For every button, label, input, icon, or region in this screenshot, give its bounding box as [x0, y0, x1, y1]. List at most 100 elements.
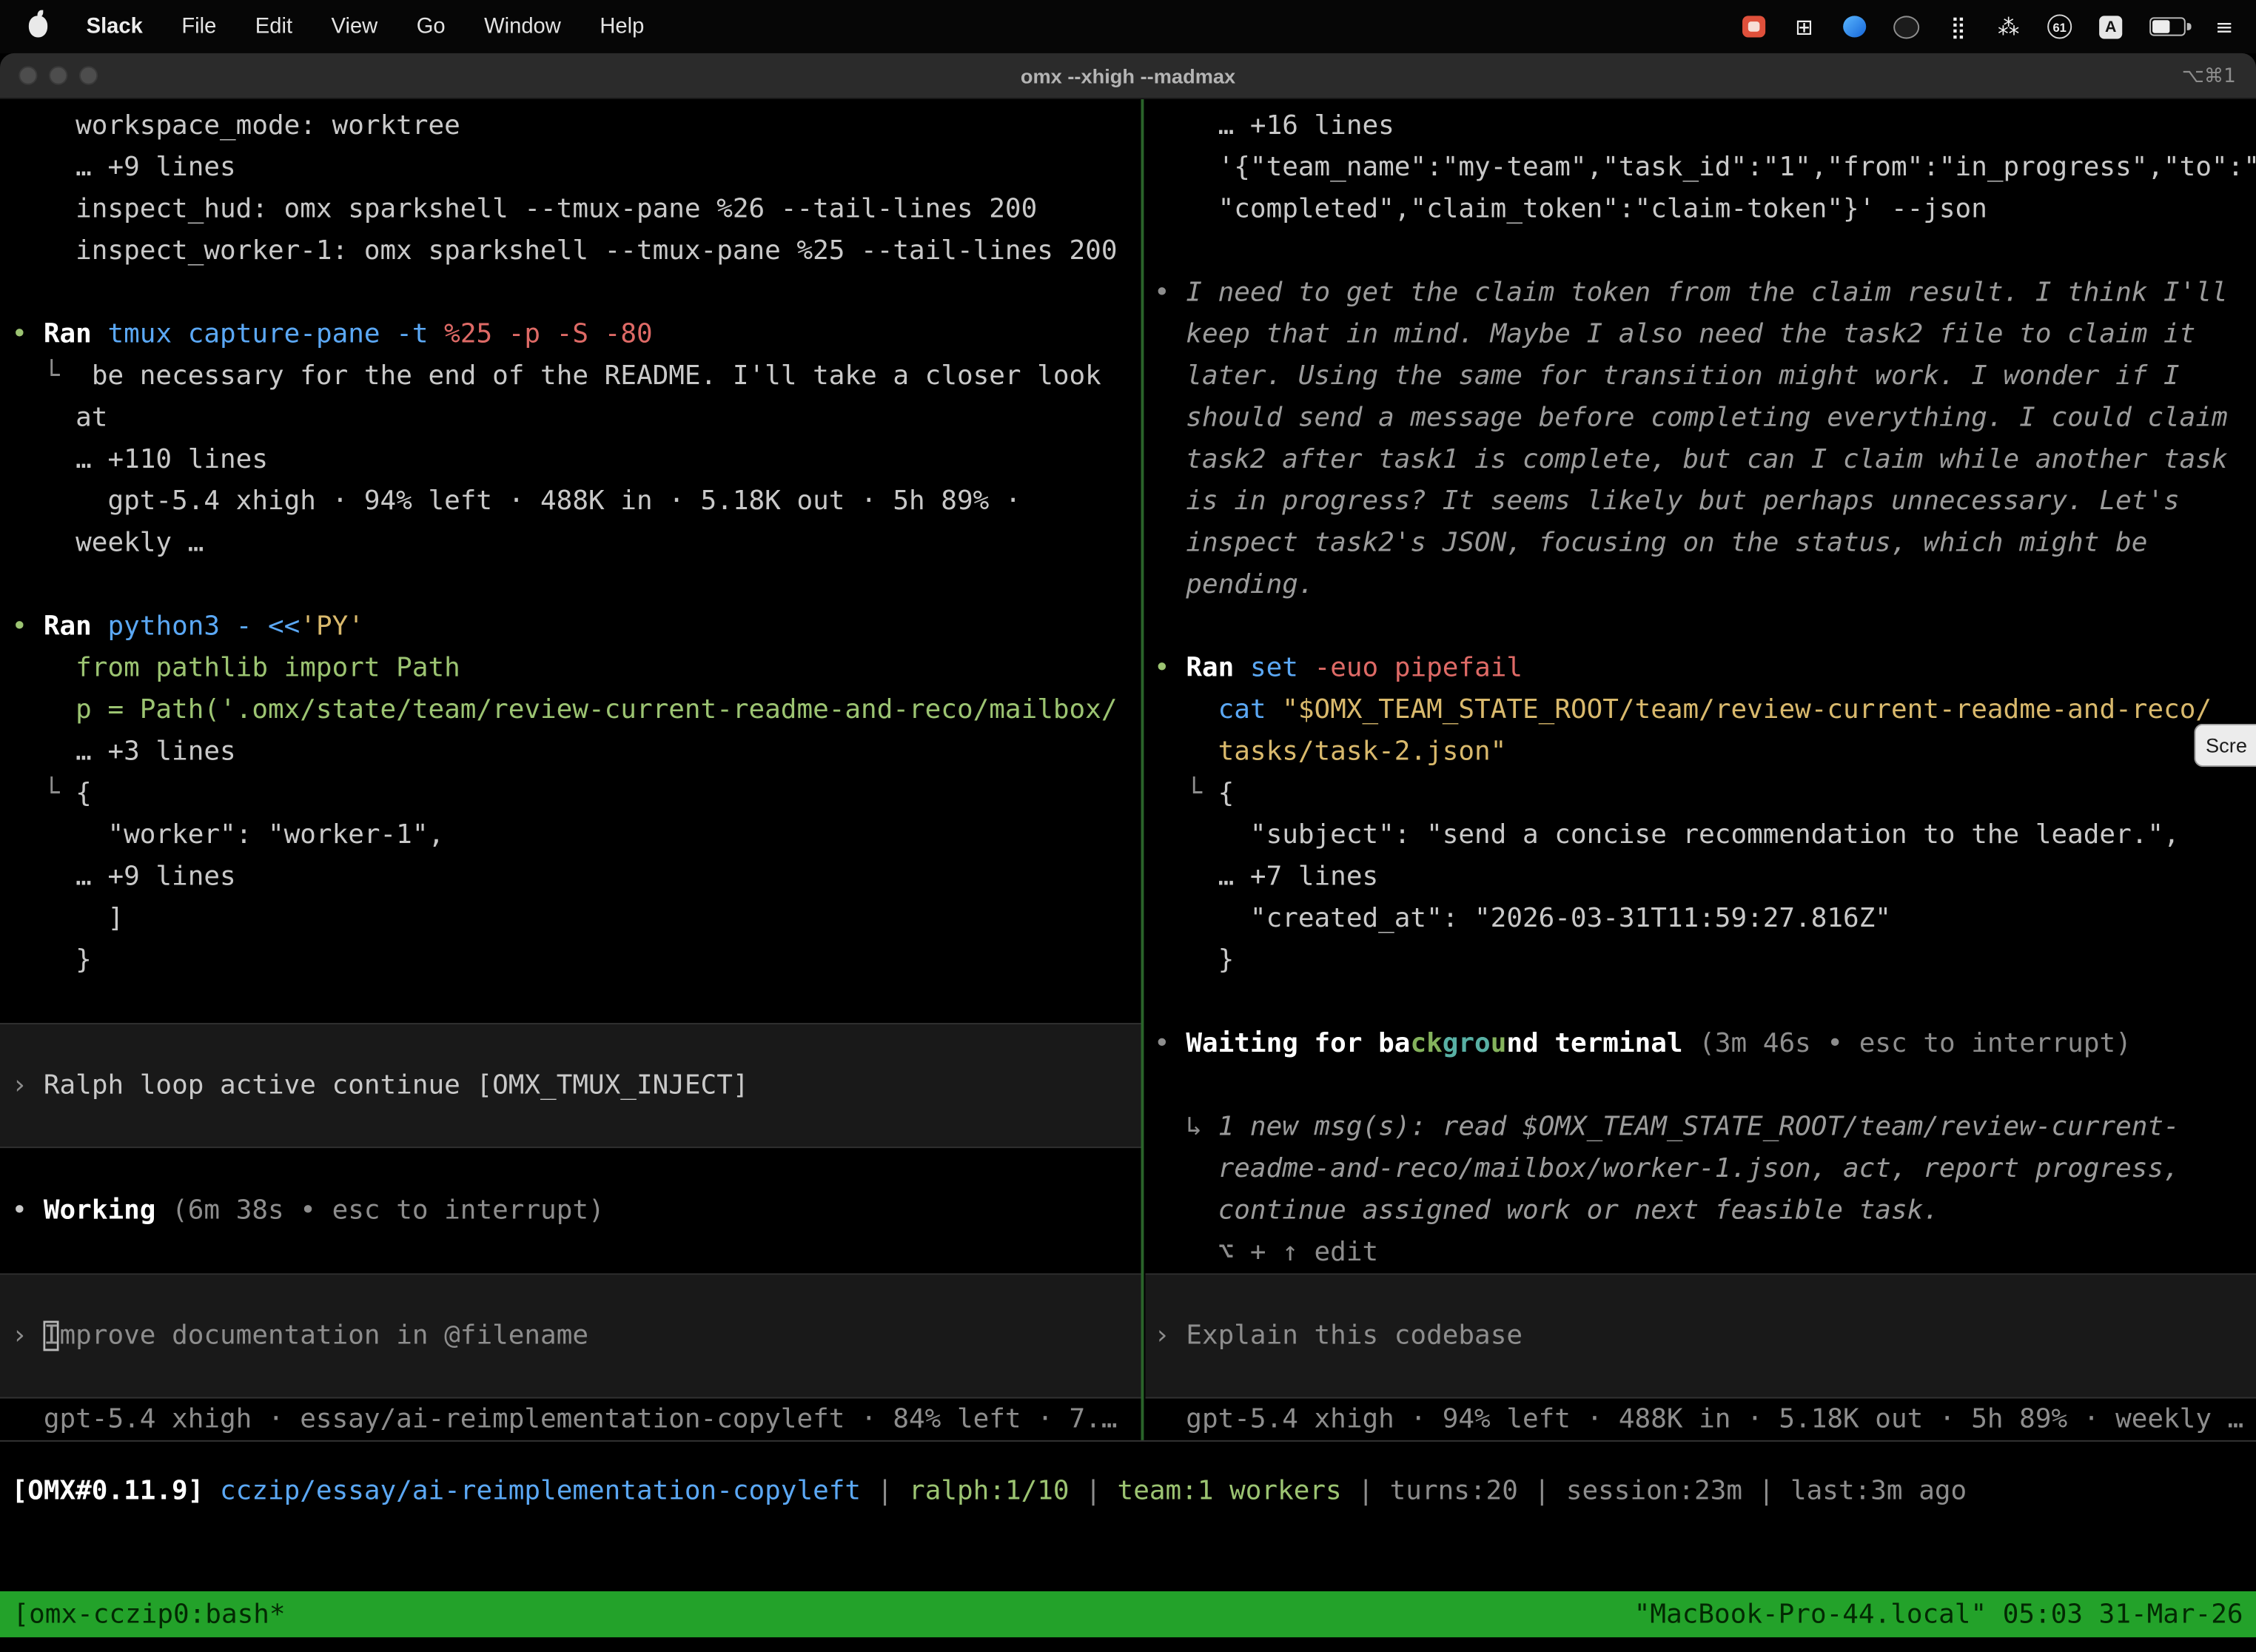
tmux-pane-left[interactable]: workspace_mode: worktree … +9 lines insp… [0, 105, 1141, 1440]
tmux-horizontal-border [0, 1440, 2256, 1442]
window-shortcut-hint: ⌥⌘1 [2182, 64, 2236, 87]
terminal-line: task2 after task1 is complete, but can I… [1145, 439, 2256, 480]
dark-app-icon[interactable] [1893, 15, 1919, 38]
menu-lines-icon[interactable]: ≡ [2213, 14, 2236, 38]
zoom-button[interactable] [79, 66, 98, 84]
tmux-host-clock: "MacBook-Pro-44.local" 05:03 31-Mar-26 [1634, 1599, 2243, 1630]
terminal-line [0, 981, 1141, 1023]
terminal-line: ⌥ + ↑ edit [1145, 1232, 2256, 1273]
screen-recording-icon[interactable] [1742, 16, 1765, 37]
terminal-line: › Explain this codebase [1145, 1315, 2256, 1357]
terminal-line: gpt-5.4 xhigh · 94% left · 488K in · 5.1… [1145, 1398, 2256, 1440]
terminal-line: later. Using the same for transition mig… [1145, 355, 2256, 397]
terminal-line [0, 564, 1141, 605]
terminal-line: } [1145, 939, 2256, 981]
tmux-pane-right[interactable]: … +16 lines '{"team_name":"my-team","tas… [1145, 105, 2256, 1440]
terminal-line: • Ran tmux capture-pane -t %25 -p -S -80 [0, 314, 1141, 355]
omx-status-hud: [OMX#0.11.9] cczip/essay/ai-reimplementa… [12, 1471, 2245, 1512]
terminal-line: └ be necessary for the end of the README… [0, 355, 1141, 397]
terminal-line [1145, 230, 2256, 272]
clipped-notification[interactable]: Scre [2194, 724, 2256, 767]
grid-icon[interactable]: ⊞ [1793, 14, 1816, 38]
terminal-line: } [0, 939, 1141, 981]
terminal-line [0, 1023, 1141, 1064]
paw-icon[interactable]: ⁂ [1997, 14, 2020, 38]
terminal-line: • Waiting for background terminal (3m 46… [1145, 1023, 2256, 1064]
battery-icon[interactable] [2149, 17, 2186, 36]
menu-view[interactable]: View [332, 14, 378, 38]
terminal-line: inspect task2's JSON, focusing on the st… [1145, 523, 2256, 564]
terminal-line: … +9 lines [0, 147, 1141, 188]
terminal-line [1145, 1273, 2256, 1314]
terminal-line [1145, 1357, 2256, 1398]
terminal-line: cat "$OMX_TEAM_STATE_ROOT/team/review-cu… [1145, 689, 2256, 731]
terminal-line: p = Path('.omx/state/team/review-current… [0, 689, 1141, 731]
terminal-line: "completed","claim_token":"claim-token"}… [1145, 189, 2256, 230]
terminal-line: pending. [1145, 564, 2256, 605]
terminal-line: tasks/task-2.json" [1145, 731, 2256, 773]
window-title-bar[interactable]: omx --xhigh --madmax ⌥⌘1 [0, 53, 2256, 99]
terminal-line: gpt-5.4 xhigh · 94% left · 488K in · 5.1… [0, 480, 1141, 522]
dots-grid-icon[interactable]: ⣿ [1947, 14, 1970, 38]
menu-go[interactable]: Go [417, 14, 446, 38]
terminal-line [0, 1107, 1141, 1148]
terminal-line [1145, 605, 2256, 647]
output-block: • Working (6m 38s • esc to interrupt) [0, 1148, 1141, 1273]
terminal-line: ↳ 1 new msg(s): read $OMX_TEAM_STATE_ROO… [1145, 1107, 2256, 1148]
terminal-line: [OMX#0.11.9] cczip/essay/ai-reimplementa… [12, 1471, 2245, 1512]
menu-window[interactable]: Window [484, 14, 561, 38]
tmux-pane-divider[interactable] [1141, 99, 1144, 1440]
terminal-line: at [0, 397, 1141, 439]
terminal-line: "created_at": "2026-03-31T11:59:27.816Z" [1145, 898, 2256, 939]
output-block: workspace_mode: worktree … +9 lines insp… [0, 105, 1141, 1023]
prompt-band[interactable]: › Improve documentation in @filename [0, 1273, 1141, 1398]
terminal-line: inspect_hud: omx sparkshell --tmux-pane … [0, 189, 1141, 230]
battery-percent-icon[interactable]: 61 [2047, 14, 2072, 38]
prompt-band[interactable]: › Ralph loop active continue [OMX_TMUX_I… [0, 1023, 1141, 1148]
menu-edit[interactable]: Edit [255, 14, 292, 38]
terminal-line: … +7 lines [1145, 856, 2256, 898]
terminal-line: readme-and-reco/mailbox/worker-1.json, a… [1145, 1148, 2256, 1189]
terminal-line [0, 1273, 1141, 1314]
terminal-line: continue assigned work or next feasible … [1145, 1190, 2256, 1232]
terminal-line: is in progress? It seems likely but perh… [1145, 480, 2256, 522]
terminal-line: › Improve documentation in @filename [0, 1315, 1141, 1357]
terminal-line: workspace_mode: worktree [0, 105, 1141, 147]
terminal-line [0, 272, 1141, 313]
terminal-line [0, 1232, 1141, 1273]
active-app-name[interactable]: Slack [87, 14, 143, 38]
terminal-line: inspect_worker-1: omx sparkshell --tmux-… [0, 230, 1141, 272]
terminal-line: └ { [1145, 773, 2256, 814]
macos-menu-bar: Slack File Edit View Go Window Help ⊞ ⣿ ⁂ 6… [0, 0, 2256, 53]
menu-help[interactable]: Help [600, 14, 644, 38]
terminal-line: "subject": "send a concise recommendatio… [1145, 814, 2256, 856]
terminal-line: › Ralph loop active continue [OMX_TMUX_I… [0, 1064, 1141, 1106]
close-button[interactable] [19, 66, 37, 84]
output-block: gpt-5.4 xhigh · essay/ai-reimplementatio… [0, 1398, 1141, 1440]
blue-app-icon[interactable] [1843, 16, 1866, 37]
window-title: omx --xhigh --madmax [0, 64, 2256, 87]
terminal-line: should send a message before completing … [1145, 397, 2256, 439]
terminal-line: "worker": "worker-1", [0, 814, 1141, 856]
terminal-line: … +9 lines [0, 856, 1141, 898]
terminal-line: • I need to get the claim token from the… [1145, 272, 2256, 313]
terminal-line: '{"team_name":"my-team","task_id":"1","f… [1145, 147, 2256, 188]
terminal-line: • Ran python3 - <<'PY' [0, 605, 1141, 647]
terminal-line [1145, 1064, 2256, 1106]
keyboard-layout-icon[interactable]: A [2099, 15, 2122, 38]
menu-file[interactable]: File [181, 14, 216, 38]
terminal-line [1145, 981, 2256, 1023]
traffic-lights [0, 66, 98, 84]
minimize-button[interactable] [49, 66, 67, 84]
menu-bar-status-icons: ⊞ ⣿ ⁂ 61 A ≡ [1742, 14, 2256, 38]
tmux-status-bar: [omx-cczip0:bash* "MacBook-Pro-44.local"… [0, 1591, 2256, 1637]
terminal-line: keep that in mind. Maybe I also need the… [1145, 314, 2256, 355]
terminal-window: workspace_mode: worktree … +9 lines insp… [0, 99, 2256, 1651]
terminal-line: gpt-5.4 xhigh · essay/ai-reimplementatio… [0, 1398, 1141, 1440]
prompt-band[interactable]: › Explain this codebase [1145, 1273, 2256, 1398]
terminal-line [0, 1357, 1141, 1398]
menu-bar-left: Slack File Edit View Go Window Help [0, 14, 644, 38]
terminal-line: weekly … [0, 523, 1141, 564]
apple-menu-icon[interactable] [29, 16, 47, 37]
terminal-line: … +3 lines [0, 731, 1141, 773]
